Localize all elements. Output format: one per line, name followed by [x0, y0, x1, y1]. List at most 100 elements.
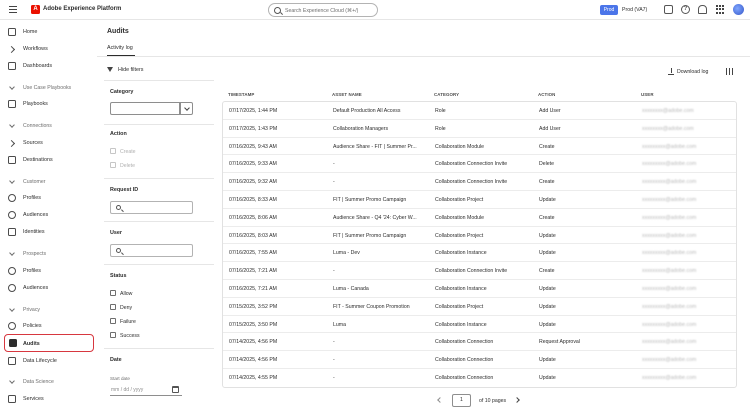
chevron-down-icon: [9, 378, 15, 384]
destinations-icon: [8, 156, 16, 164]
search-input[interactable]: [285, 6, 375, 15]
user-label: User: [110, 230, 122, 236]
sidebar-item-label: Data Lifecycle: [23, 358, 57, 364]
sidebar-item-prospect-profiles[interactable]: Profiles: [0, 265, 97, 277]
table-row[interactable]: 07/14/2025, 4:56 PM - Collaboration Connec…: [223, 351, 736, 369]
category-input[interactable]: [110, 102, 180, 115]
sidebar-item-label: Audiences: [23, 212, 49, 218]
table-row[interactable]: 07/16/2025, 9:32 AM - Collaboration Connec…: [223, 173, 736, 191]
cell-timestamp: 07/17/2025, 1:44 PM: [229, 108, 278, 114]
sidebar-item-label: Services: [23, 396, 44, 402]
sidebar-section-data-science[interactable]: Data Science: [0, 376, 97, 388]
chevron-left-icon[interactable]: [437, 397, 443, 403]
calendar-icon[interactable]: [172, 386, 179, 393]
table-row[interactable]: 07/16/2025, 8:06 AM Audience Share - Q4 '…: [223, 209, 736, 227]
request-id-search-field[interactable]: [110, 201, 193, 214]
checkbox-box[interactable]: [110, 162, 116, 168]
help-icon[interactable]: ?: [681, 5, 690, 14]
table-row[interactable]: 07/15/2025, 3:50 PM Luma Collaboration Ins…: [223, 316, 736, 334]
cell-asset-name: Audience Share - Q4 '24: Cyber W...: [333, 214, 417, 221]
sidebar-item-home[interactable]: Home: [0, 26, 97, 38]
search-icon: [116, 205, 121, 210]
checkbox-box[interactable]: [110, 318, 116, 324]
table-row[interactable]: 07/16/2025, 8:03 AM FIT | Summer Promo Ca…: [223, 227, 736, 245]
sidebar: Home Workflows Dashboards Use Case Playb…: [0, 21, 97, 414]
sidebar-item-services[interactable]: Services: [0, 393, 97, 405]
cell-timestamp: 07/16/2025, 7:21 AM: [229, 268, 277, 275]
sidebar-section-connections[interactable]: Connections: [0, 120, 97, 132]
table-row[interactable]: 07/17/2025, 1:44 PM Default Production Al…: [223, 102, 736, 120]
sidebar-item-audits[interactable]: Audits: [4, 334, 94, 352]
cell-user: xxxxxxxxx@adobe.com: [642, 339, 697, 346]
global-search[interactable]: [268, 3, 378, 17]
chevron-down-icon[interactable]: [180, 102, 193, 115]
table-row[interactable]: 07/16/2025, 8:33 AM FIT | Summer Promo Ca…: [223, 191, 736, 209]
checkbox-box[interactable]: [110, 304, 116, 310]
menu-icon[interactable]: [9, 6, 17, 13]
sidebar-item-audiences[interactable]: Audiences: [0, 209, 97, 221]
environment-badge[interactable]: Prod: [600, 5, 618, 15]
home-icon: [8, 28, 16, 36]
cell-user: xxxxxxxxx@adobe.com: [642, 357, 697, 364]
chat-icon[interactable]: [664, 5, 673, 14]
sidebar-section-customer[interactable]: Customer: [0, 176, 97, 188]
app-title[interactable]: Adobe Experience Platform: [43, 6, 121, 12]
cell-action: Update: [539, 357, 556, 364]
download-icon: [668, 68, 674, 75]
sidebar-item-prospect-audiences[interactable]: Audiences: [0, 282, 97, 294]
adobe-logo[interactable]: A: [31, 5, 40, 14]
column-settings-icon[interactable]: [726, 68, 734, 75]
sources-icon: [8, 139, 16, 147]
start-date-field[interactable]: mm / dd / yyyy: [110, 384, 182, 396]
bell-icon[interactable]: [698, 5, 707, 14]
chevron-right-icon[interactable]: [514, 397, 520, 403]
divider: [104, 124, 214, 125]
apps-grid-icon[interactable]: [716, 5, 725, 14]
table-row[interactable]: 07/15/2025, 3:52 PM FIT - Summer Coupon P…: [223, 298, 736, 316]
table-row[interactable]: 07/17/2025, 1:43 PM Collaboration Manager…: [223, 120, 736, 138]
table-row[interactable]: 07/14/2025, 4:55 PM - Collaboration Connec…: [223, 369, 736, 387]
cell-user: xxxxxxxxx@adobe.com: [642, 179, 697, 186]
cell-action: Update: [539, 303, 556, 310]
sidebar-item-identities[interactable]: Identities: [0, 226, 97, 238]
checkbox-box[interactable]: [110, 332, 116, 338]
sidebar-item-label: Identities: [23, 229, 45, 235]
sidebar-section-use-case-playbooks[interactable]: Use Case Playbooks: [0, 82, 97, 94]
column-header-asset-name[interactable]: ASSET NAME: [332, 92, 362, 97]
sidebar-item-profiles[interactable]: Profiles: [0, 192, 97, 204]
category-combobox[interactable]: [110, 102, 193, 115]
column-header-category[interactable]: CATEGORY: [434, 92, 459, 97]
sidebar-item-sources[interactable]: Sources: [0, 137, 97, 149]
cell-asset-name: FIT - Summer Coupon Promotion: [333, 303, 410, 310]
cell-user: xxxxxxxx@adobe.com: [642, 108, 694, 114]
request-id-label: Request ID: [110, 187, 139, 193]
column-header-user[interactable]: USER: [641, 92, 654, 97]
chevron-down-icon: [9, 84, 15, 90]
table-row[interactable]: 07/16/2025, 7:55 AM Luma - Dev Collaborati…: [223, 244, 736, 263]
sidebar-item-label: Profiles: [23, 195, 41, 201]
table-row[interactable]: 07/16/2025, 7:21 AM Luma - Canada Collabor…: [223, 280, 736, 298]
table-row[interactable]: 07/14/2025, 4:56 PM - Collaboration Connec…: [223, 333, 736, 352]
sidebar-item-data-lifecycle[interactable]: Data Lifecycle: [0, 355, 97, 367]
tab-activity-log[interactable]: Activity log: [107, 45, 133, 51]
avatar[interactable]: [733, 4, 744, 15]
column-header-timestamp[interactable]: TIMESTAMP: [228, 92, 254, 97]
sidebar-item-dashboards[interactable]: Dashboards: [0, 60, 97, 72]
checkbox-box[interactable]: [110, 148, 116, 154]
sidebar-item-policies[interactable]: Policies: [0, 320, 97, 332]
table-row[interactable]: 07/16/2025, 9:43 AM Audience Share - FIT …: [223, 138, 736, 156]
cell-action: Delete: [539, 161, 554, 168]
sidebar-section-prospects[interactable]: Prospects: [0, 248, 97, 260]
table-row[interactable]: 07/16/2025, 9:33 AM - Collaboration Connec…: [223, 155, 736, 174]
environment-name[interactable]: Prod (VA7): [622, 7, 647, 13]
table-row[interactable]: 07/16/2025, 7:21 AM - Collaboration Connec…: [223, 262, 736, 280]
sidebar-item-destinations[interactable]: Destinations: [0, 154, 97, 166]
sidebar-item-workflows[interactable]: Workflows: [0, 43, 97, 55]
cell-user: xxxxxxxxx@adobe.com: [642, 232, 697, 239]
sidebar-section-privacy[interactable]: Privacy: [0, 304, 97, 316]
column-header-action[interactable]: ACTION: [538, 92, 555, 97]
checkbox-box[interactable]: [110, 290, 116, 296]
user-search-field[interactable]: [110, 244, 193, 257]
page-number-input[interactable]: 1: [452, 394, 471, 407]
sidebar-item-playbooks[interactable]: Playbooks: [0, 98, 97, 110]
